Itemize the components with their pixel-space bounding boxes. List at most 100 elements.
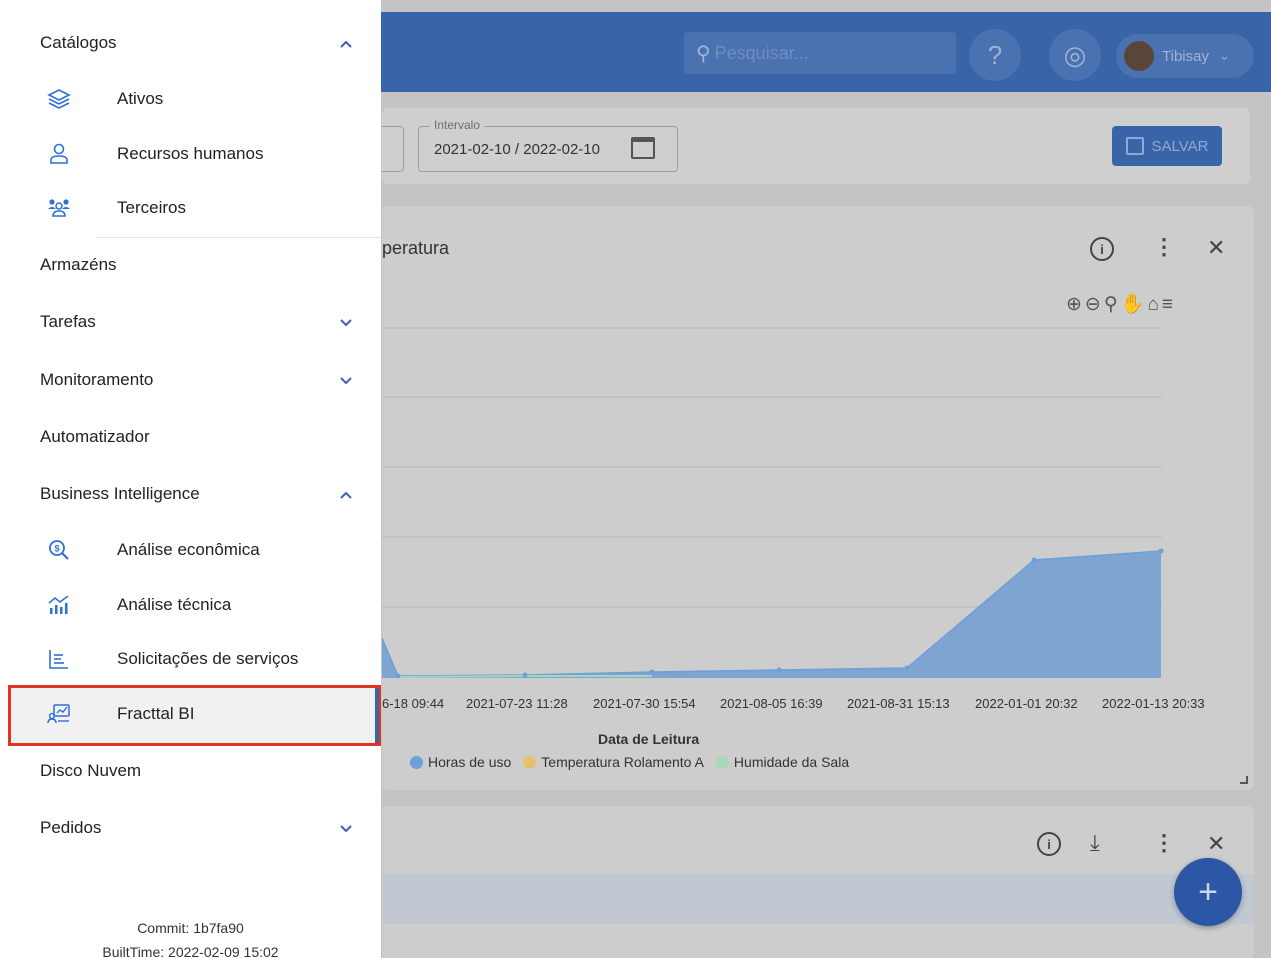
search-input[interactable]: ⚲ Pesquisar... <box>684 32 956 74</box>
help-button[interactable]: ? <box>969 29 1021 81</box>
layers-icon <box>47 89 71 109</box>
data-point[interactable] <box>776 667 782 673</box>
menu-group-pedidos[interactable]: Pedidos <box>0 808 381 848</box>
menu-group-catalogos[interactable]: Catálogos <box>0 23 381 63</box>
menu-item-armazens[interactable]: Armazéns <box>0 245 381 285</box>
menu-item-label: Disco Nuvem <box>40 761 142 780</box>
menu-divider <box>96 237 381 238</box>
legend-item[interactable]: Temperatura Rolamento A <box>523 754 704 770</box>
chevron-down-icon <box>340 377 352 385</box>
info-icon[interactable]: i <box>1037 832 1061 856</box>
menu-group-label: Monitoramento <box>40 370 154 389</box>
menu-item-label: Ativos <box>117 89 164 108</box>
chart-title: peratura <box>382 238 450 258</box>
search-placeholder: Pesquisar... <box>714 42 809 63</box>
menu-item-analise-economica[interactable]: $ Análise econômica <box>0 530 381 570</box>
x-axis-title: Data de Leitura <box>598 731 700 747</box>
menu-item-label: Armazéns <box>40 255 117 274</box>
menu-item-terceiros[interactable]: Terceiros <box>0 188 381 228</box>
menu-item-disco-nuvem[interactable]: Disco Nuvem <box>0 751 381 791</box>
chart-toolbar: ⊕⊖⚲✋⌂≡ <box>1066 292 1176 316</box>
pan-hand-icon[interactable]: ✋ <box>1121 294 1148 315</box>
data-point[interactable] <box>395 673 401 679</box>
bi-dashboard-icon <box>47 704 70 724</box>
user-name: Tibisay <box>1162 47 1209 65</box>
legend-marker <box>410 755 423 769</box>
side-menu: Catálogos Ativos Recursos humanos Tercei… <box>0 0 381 958</box>
legend-item[interactable]: Humidade da Sala <box>715 754 849 770</box>
interval-label: Intervalo <box>430 118 485 132</box>
menu-item-solicitacoes-de-servicos[interactable]: Solicitações de serviços <box>0 639 381 679</box>
filter-field-clipped[interactable] <box>382 126 404 172</box>
menu-icon[interactable]: ≡ <box>1162 294 1176 315</box>
close-icon[interactable]: ✕ <box>1207 831 1225 857</box>
menu-item-label: Recursos humanos <box>117 144 264 163</box>
data-point[interactable] <box>1031 557 1037 563</box>
help-circle-icon: ? <box>987 39 1003 70</box>
data-point[interactable] <box>522 672 528 678</box>
download-icon[interactable]: ⤓ <box>1090 830 1100 856</box>
magnify-icon[interactable]: ⚲ <box>1104 294 1121 315</box>
interval-value: 2021-02-10 / 2022-02-10 <box>434 141 600 158</box>
chart-legend: Horas de uso Temperatura Rolamento A Hum… <box>410 754 849 770</box>
menu-item-label: Análise técnica <box>117 595 232 614</box>
x-tick-label: 2021-07-23 11:28 <box>466 696 568 711</box>
legend-marker <box>523 755 537 769</box>
home-icon[interactable]: ⌂ <box>1147 294 1161 315</box>
more-vert-icon[interactable]: ⋮ <box>1153 830 1175 856</box>
avatar <box>1124 41 1154 71</box>
menu-item-label: Solicitações de serviços <box>117 649 299 668</box>
menu-item-automatizador[interactable]: Automatizador <box>0 417 381 457</box>
chart-analysis-icon <box>48 595 69 614</box>
legend-marker <box>715 755 729 769</box>
chevron-up-icon <box>340 40 352 48</box>
add-fab-button[interactable]: + <box>1174 858 1242 926</box>
person-icon <box>50 143 68 164</box>
menu-item-label: Terceiros <box>117 198 186 217</box>
data-point[interactable] <box>904 665 910 671</box>
x-tick-label: 2022-01-13 20:33 <box>1102 696 1205 711</box>
menu-group-monitoramento[interactable]: Monitoramento <box>0 360 381 400</box>
commit-info: Commit: 1b7fa90 <box>137 920 244 936</box>
menu-group-label: Business Intelligence <box>40 484 200 503</box>
save-button[interactable]: SALVAR <box>1112 126 1222 166</box>
chevron-down-icon <box>340 319 352 327</box>
resize-handle[interactable] <box>1240 776 1248 784</box>
menu-item-ativos[interactable]: Ativos <box>0 79 381 119</box>
save-label: SALVAR <box>1151 137 1209 155</box>
search-icon: ⚲ <box>696 42 711 65</box>
menu-item-label: Fracttal BI <box>117 704 195 723</box>
target-icon: ◎ <box>1063 39 1087 70</box>
zoom-out-icon[interactable]: ⊖ <box>1085 294 1104 315</box>
zoom-in-icon[interactable]: ⊕ <box>1066 294 1085 315</box>
data-point[interactable] <box>649 669 655 675</box>
menu-item-analise-tecnica[interactable]: Análise técnica <box>0 585 381 625</box>
list-report-icon <box>49 650 68 669</box>
x-tick-label: 2021-08-05 16:39 <box>720 696 823 711</box>
menu-group-label: Pedidos <box>40 818 102 837</box>
info-icon[interactable]: i <box>1090 237 1114 261</box>
svg-text:$: $ <box>54 544 59 554</box>
legend-label: Horas de uso <box>428 754 512 770</box>
menu-group-tarefas[interactable]: Tarefas <box>0 302 381 342</box>
menu-item-label: Automatizador <box>40 427 150 446</box>
group-icon <box>48 199 70 217</box>
data-point[interactable] <box>1158 548 1164 554</box>
more-vert-icon[interactable]: ⋮ <box>1153 234 1175 260</box>
menu-group-business-intelligence[interactable]: Business Intelligence <box>0 474 381 514</box>
area-chart <box>382 327 1164 679</box>
plus-icon: + <box>1198 872 1218 911</box>
menu-item-fractal-bi[interactable]: Fracttal BI <box>0 694 381 734</box>
menu-item-label: Análise econômica <box>117 540 260 559</box>
legend-item[interactable]: Horas de uso <box>410 754 511 770</box>
floppy-icon <box>1125 137 1144 155</box>
close-icon[interactable]: ✕ <box>1207 235 1225 261</box>
goals-button[interactable]: ◎ <box>1049 29 1101 81</box>
x-tick-label: 2021-07-30 15:54 <box>593 696 696 711</box>
second-card-band <box>382 874 1254 924</box>
user-menu[interactable]: Tibisay ⌄ <box>1116 34 1254 78</box>
calendar-icon[interactable] <box>631 137 655 159</box>
x-tick-label: 2022-01-01 20:32 <box>975 696 1078 711</box>
menu-group-label: Catálogos <box>40 33 117 52</box>
menu-item-recursos-humanos[interactable]: Recursos humanos <box>0 134 381 174</box>
